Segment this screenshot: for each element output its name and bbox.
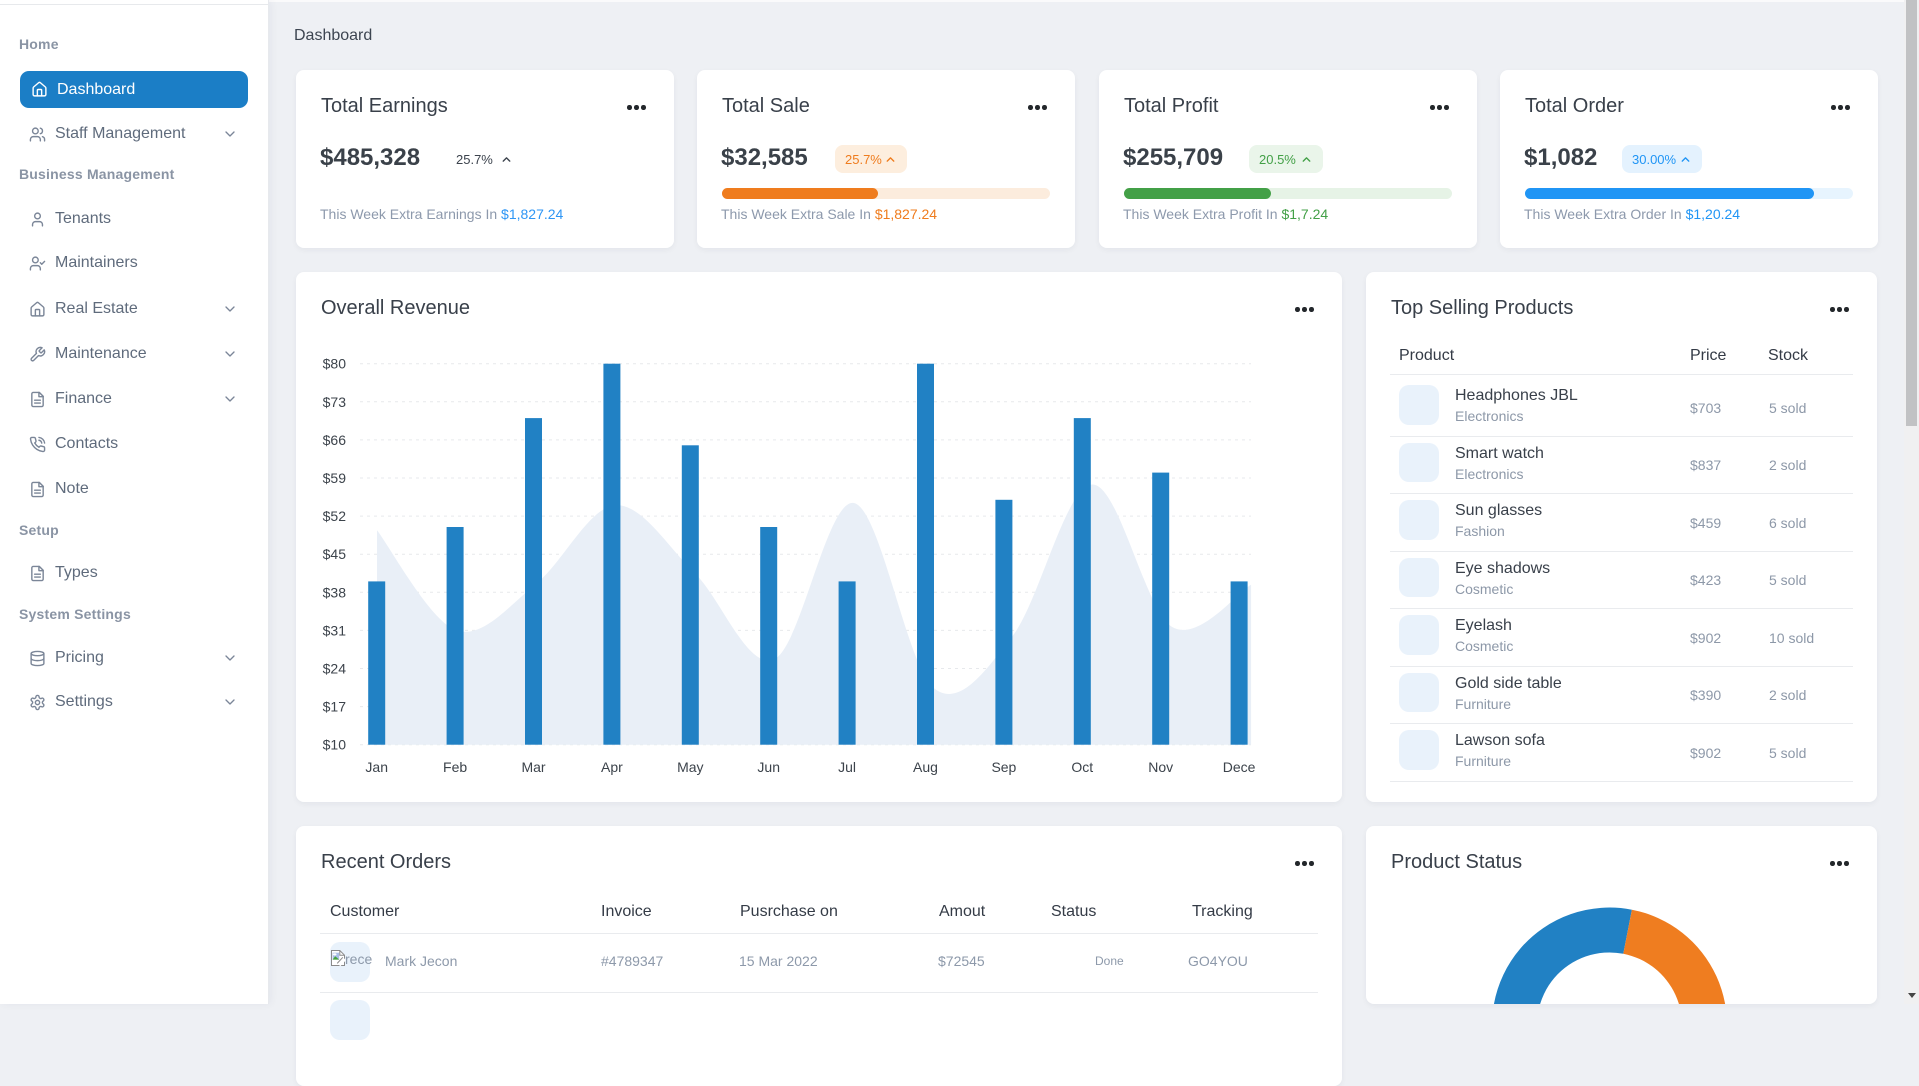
svg-text:$31: $31 — [323, 622, 347, 638]
svg-text:$38: $38 — [323, 584, 347, 600]
svg-text:$17: $17 — [323, 699, 347, 715]
svg-text:$66: $66 — [323, 432, 347, 448]
svg-text:$80: $80 — [323, 356, 347, 372]
svg-text:Apr: Apr — [601, 759, 623, 775]
svg-text:Jun: Jun — [757, 759, 780, 775]
svg-text:Oct: Oct — [1071, 759, 1093, 775]
svg-text:$59: $59 — [323, 470, 347, 486]
svg-text:Dece: Dece — [1223, 759, 1256, 775]
svg-text:May: May — [677, 759, 703, 775]
svg-text:$24: $24 — [323, 661, 347, 677]
svg-text:$10: $10 — [323, 737, 347, 753]
svg-text:$73: $73 — [323, 394, 347, 410]
svg-text:Nov: Nov — [1148, 759, 1173, 775]
svg-text:Feb: Feb — [443, 759, 467, 775]
svg-text:Sep: Sep — [991, 759, 1016, 775]
svg-text:Mar: Mar — [521, 759, 545, 775]
svg-text:Aug: Aug — [913, 759, 938, 775]
svg-text:$52: $52 — [323, 508, 347, 524]
svg-text:$45: $45 — [323, 546, 347, 562]
svg-text:Jul: Jul — [838, 759, 856, 775]
svg-text:Jan: Jan — [365, 759, 388, 775]
